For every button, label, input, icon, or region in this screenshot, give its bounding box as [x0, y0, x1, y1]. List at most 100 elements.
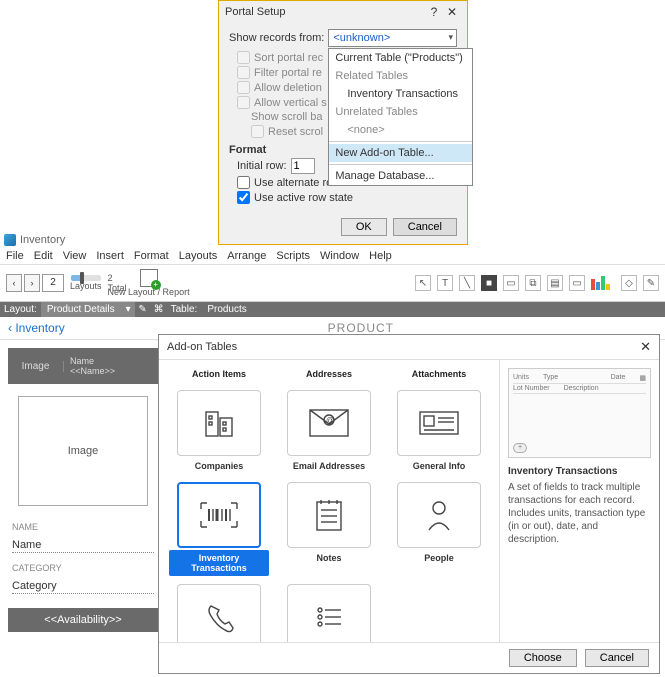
alt-row-checkbox[interactable] — [237, 176, 250, 189]
tile-action-items[interactable]: Action Items — [169, 364, 269, 382]
name-merge-field: <<Name>> — [70, 366, 115, 376]
web-tool-icon[interactable]: ◇ — [621, 275, 637, 291]
show-records-dropdown: Current Table ("Products") Related Table… — [328, 48, 473, 186]
tile-people[interactable]: People — [389, 482, 489, 576]
cancel-button[interactable]: Cancel — [393, 218, 457, 236]
tile-companies[interactable]: Companies — [169, 390, 269, 474]
tile-notes[interactable]: Notes — [279, 482, 379, 576]
menu-edit[interactable]: Edit — [34, 250, 53, 262]
reset-scroll-checkbox[interactable] — [251, 125, 264, 138]
tile-topics[interactable]: Topics — [279, 584, 379, 642]
category-label: CATEGORY — [12, 563, 158, 573]
preview-add-icon: + — [513, 443, 527, 453]
menu-file[interactable]: File — [6, 250, 24, 262]
filter-checkbox[interactable] — [237, 66, 250, 79]
menu-window[interactable]: Window — [320, 250, 359, 262]
book-plus-icon — [140, 269, 158, 287]
menu-layouts[interactable]: Layouts — [179, 250, 218, 262]
window-title: Inventory — [20, 234, 65, 246]
sort-checkbox[interactable] — [237, 51, 250, 64]
prev-record-button[interactable]: ‹ — [6, 274, 22, 292]
button-tool-icon[interactable]: ▭ — [569, 275, 585, 291]
layout-label: Layout: — [0, 302, 41, 317]
show-records-select[interactable]: <unknown> ▾ Current Table ("Products") R… — [328, 29, 457, 47]
name-header: Name — [70, 356, 115, 366]
menu-arrange[interactable]: Arrange — [227, 250, 266, 262]
envelope-icon: @ — [287, 390, 371, 456]
name-field[interactable]: Name — [12, 538, 154, 553]
availability-bar: <<Availability>> — [8, 608, 158, 632]
name-label: NAME — [12, 522, 158, 532]
image-container[interactable]: Image — [18, 396, 148, 506]
menu-scripts[interactable]: Scripts — [276, 250, 310, 262]
ok-button[interactable]: OK — [341, 218, 387, 236]
allow-vertical-checkbox[interactable] — [237, 96, 250, 109]
close-icon[interactable]: ✕ — [443, 5, 461, 19]
addon-tiles-grid: Action Items Addresses Attachments Compa… — [159, 360, 499, 642]
next-record-button[interactable]: › — [24, 274, 40, 292]
tile-inventory-transactions[interactable]: Inventory Transactions — [169, 482, 269, 576]
menu-format[interactable]: Format — [134, 250, 169, 262]
portal-dialog-title: Portal Setup — [225, 6, 425, 18]
pencil-icon[interactable]: ✎ — [135, 304, 151, 315]
active-row-checkbox[interactable] — [237, 191, 250, 204]
notepad-icon — [287, 482, 371, 548]
dd-new-addon-table[interactable]: New Add-on Table... — [329, 144, 472, 162]
format-painter-icon[interactable]: ✎ — [643, 275, 659, 291]
portal-setup-dialog: Portal Setup ? ✕ Show records from: <unk… — [218, 0, 468, 245]
tab-tool-icon[interactable]: ⧉ — [525, 275, 541, 291]
tile-attachments[interactable]: Attachments — [389, 364, 489, 382]
link-icon[interactable]: ⌘ — [151, 304, 167, 315]
phone-icon — [177, 584, 261, 642]
dd-current-table[interactable]: Current Table ("Products") — [329, 49, 472, 67]
dd-manage-database[interactable]: Manage Database... — [329, 167, 472, 185]
record-slider[interactable] — [71, 275, 101, 281]
addon-preview: UnitsTypeDate▦ Lot NumberDescription + — [508, 368, 651, 458]
show-records-label: Show records from: — [229, 32, 324, 44]
addon-cancel-button[interactable]: Cancel — [585, 649, 649, 667]
close-icon[interactable]: ✕ — [640, 339, 651, 355]
menu-help[interactable]: Help — [369, 250, 392, 262]
layouts-caption: Layouts — [70, 281, 102, 291]
dd-inventory-transactions[interactable]: Inventory Transactions — [329, 85, 472, 103]
record-number-input[interactable]: 2 — [42, 274, 64, 292]
building-icon — [177, 390, 261, 456]
addon-side-panel: UnitsTypeDate▦ Lot NumberDescription + I… — [499, 360, 659, 642]
breadcrumb-title: PRODUCT — [65, 321, 657, 335]
dd-unrelated-header: Unrelated Tables — [329, 103, 472, 121]
breadcrumb-back[interactable]: ‹ Inventory — [8, 321, 65, 335]
card-icon — [397, 390, 481, 456]
initial-row-input[interactable] — [291, 158, 315, 174]
portal-tool-icon[interactable]: ▤ — [547, 275, 563, 291]
person-icon — [397, 482, 481, 548]
dd-none: <none> — [329, 121, 472, 139]
initial-row-label: Initial row: — [237, 160, 287, 172]
dd-related-header: Related Tables — [329, 67, 472, 85]
new-layout-button[interactable]: New Layout / Report — [137, 269, 161, 297]
help-icon[interactable]: ? — [425, 5, 443, 19]
tile-addresses[interactable]: Addresses — [279, 364, 379, 382]
menu-view[interactable]: View — [63, 250, 87, 262]
category-field[interactable]: Category — [12, 579, 154, 594]
table-label: Table: — [167, 302, 202, 317]
addon-selected-name: Inventory Transactions — [508, 466, 651, 477]
text-tool-icon[interactable]: T — [437, 275, 453, 291]
tile-phone-numbers[interactable]: Phone Numbers — [169, 584, 269, 642]
addon-dialog-title: Add-on Tables — [167, 341, 640, 353]
chart-tool-icon[interactable] — [591, 276, 615, 290]
choose-button[interactable]: Choose — [509, 649, 577, 667]
chevron-down-icon: ▾ — [448, 32, 453, 43]
tile-general-info[interactable]: General Info — [389, 390, 489, 474]
menu-insert[interactable]: Insert — [96, 250, 124, 262]
layout-select[interactable]: Product Details — [41, 302, 135, 317]
addon-selected-desc: A set of fields to track multiple transa… — [508, 481, 651, 546]
line-tool-icon[interactable]: ╲ — [459, 275, 475, 291]
allow-delete-checkbox[interactable] — [237, 81, 250, 94]
list-icon — [287, 584, 371, 642]
tile-email-addresses[interactable]: @ Email Addresses — [279, 390, 379, 474]
rectangle-tool-icon[interactable]: ■ — [481, 275, 497, 291]
field-tool-icon[interactable]: ▭ — [503, 275, 519, 291]
pointer-tool-icon[interactable]: ↖ — [415, 275, 431, 291]
total-count: 2 — [108, 273, 127, 283]
detail-header: Image Name <<Name>> — [8, 348, 158, 384]
